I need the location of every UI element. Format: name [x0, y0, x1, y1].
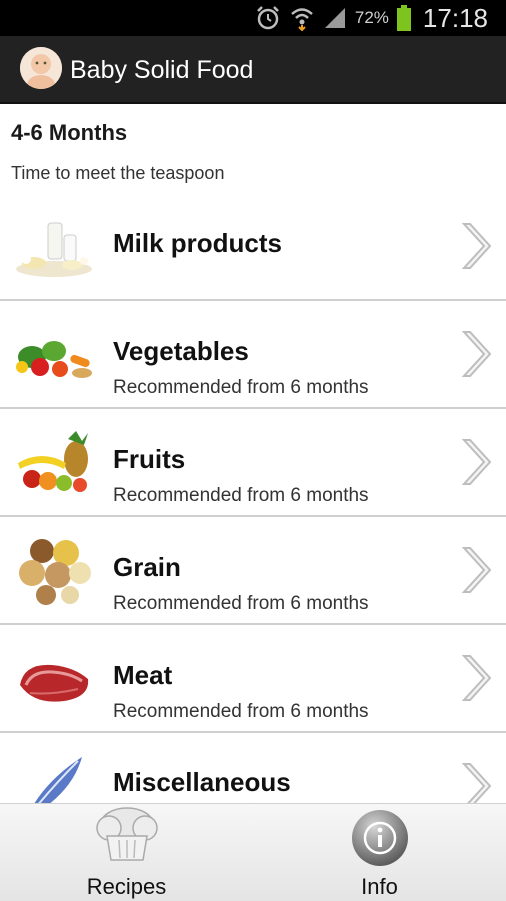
- alarm-icon: [257, 6, 279, 30]
- category-subtitle: Recommended from 6 months: [113, 701, 369, 722]
- category-subtitle: Recommended from 6 months: [113, 485, 369, 506]
- feather-image: [34, 757, 82, 803]
- baby-avatar: [20, 47, 62, 89]
- category-title: Milk products: [113, 228, 283, 258]
- chevron-right-icon: [461, 223, 492, 269]
- category-row-fruits[interactable]: Fruits Recommended from 6 months: [0, 409, 506, 517]
- battery-icon: [396, 5, 411, 31]
- age-range-title: 4-6 Months: [11, 120, 128, 145]
- app-title: Baby Solid Food: [70, 56, 254, 84]
- category-row-miscellaneous[interactable]: Miscellaneous: [0, 733, 506, 803]
- signal-icon: [324, 8, 345, 28]
- category-subtitle: Recommended from 6 months: [113, 593, 369, 614]
- category-row-meat[interactable]: Meat Recommended from 6 months: [0, 625, 506, 733]
- grain-image: [19, 539, 91, 605]
- section-subtitle: Time to meet the teaspoon: [11, 163, 225, 183]
- bottom-tab-bar: Recipes Info: [0, 803, 506, 901]
- chevron-right-icon: [461, 331, 492, 377]
- chevron-right-icon: [461, 763, 492, 803]
- category-title: Fruits: [113, 444, 186, 474]
- category-title: Vegetables: [113, 336, 249, 366]
- tab-recipes[interactable]: Recipes: [0, 804, 253, 901]
- category-subtitle: Recommended from 6 months: [113, 377, 369, 398]
- app-bar: Baby Solid Food: [0, 36, 506, 104]
- category-row-vegetables[interactable]: Vegetables Recommended from 6 months: [0, 301, 506, 409]
- category-title: Grain: [113, 552, 181, 582]
- category-row-grain[interactable]: Grain Recommended from 6 months: [0, 517, 506, 625]
- status-icons: 72% 17:18: [255, 2, 488, 33]
- tab-label: Recipes: [86, 874, 167, 899]
- info-icon: [352, 810, 408, 866]
- chevron-right-icon: [461, 547, 492, 593]
- fruits-image: [18, 431, 88, 492]
- tab-info[interactable]: Info: [253, 804, 506, 901]
- meat-image: [20, 664, 89, 702]
- category-list: Milk products Vegetables Recommended fro…: [0, 193, 506, 803]
- chevron-right-icon: [461, 655, 492, 701]
- battery-percent: 72%: [354, 8, 389, 27]
- tab-label: Info: [361, 874, 398, 899]
- status-bar: 72% 17:18: [0, 0, 506, 36]
- section-header: 4-6 Months Time to meet the teaspoon: [0, 103, 506, 193]
- clock: 17:18: [422, 2, 488, 33]
- wifi-icon: [291, 8, 313, 31]
- category-title: Meat: [113, 660, 173, 690]
- milk-products-image: [16, 222, 92, 277]
- chef-hat-icon: [96, 807, 158, 861]
- category-row-milk-products[interactable]: Milk products: [0, 193, 506, 301]
- vegetables-image: [16, 341, 92, 378]
- category-title: Miscellaneous: [113, 767, 291, 797]
- chevron-right-icon: [461, 439, 492, 485]
